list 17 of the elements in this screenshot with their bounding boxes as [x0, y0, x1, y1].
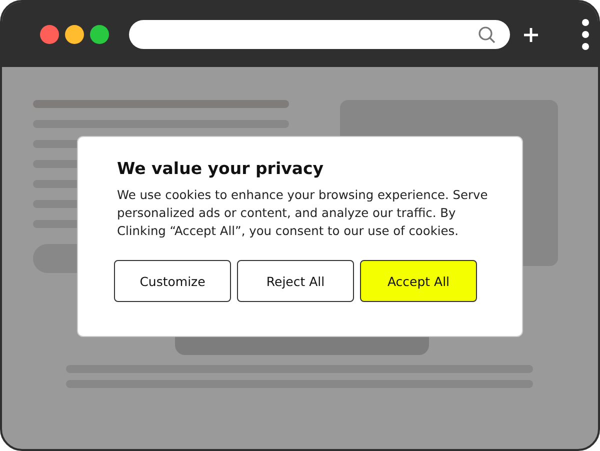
- search-icon: [478, 26, 496, 44]
- window-button[interactable]: [65, 25, 84, 44]
- placeholder-line: [33, 140, 79, 148]
- address-field[interactable]: [129, 20, 510, 49]
- window-button[interactable]: [40, 25, 59, 44]
- dialog-message: We use cookies to enhance your browsing experience. Serve personalized ads or content, and analyze our traffic. By Clinking “Accept All”, you consent to our use of cookies.: [117, 187, 489, 240]
- placeholder-line: [33, 160, 79, 168]
- accept-button[interactable]: Accept All: [360, 260, 477, 302]
- dialog-title: We value your privacy: [117, 159, 325, 178]
- dialog-button[interactable]: Reject All: [237, 260, 354, 302]
- placeholder-line: [33, 220, 79, 228]
- plus-icon[interactable]: [524, 28, 538, 42]
- placeholder-line: [33, 200, 79, 208]
- window-button[interactable]: [90, 25, 109, 44]
- more-icon[interactable]: [582, 19, 589, 50]
- placeholder-line: [33, 180, 79, 188]
- dialog-button[interactable]: Customize: [114, 260, 231, 302]
